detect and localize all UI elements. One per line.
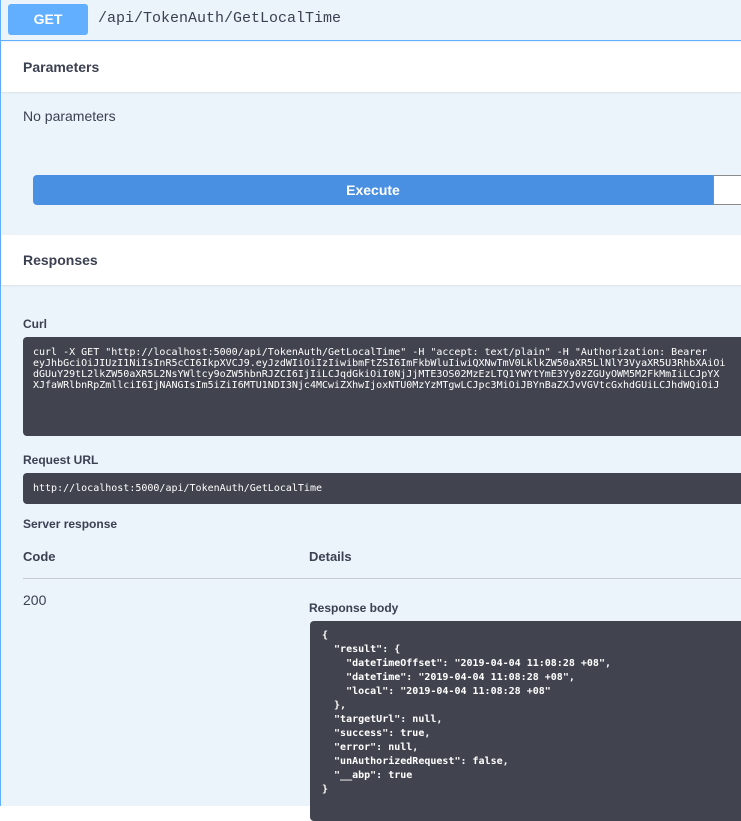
- clear-button[interactable]: [713, 175, 741, 205]
- response-body-line: },: [322, 700, 347, 711]
- curl-line: curl -X GET "http://localhost:5000/api/T…: [33, 347, 708, 358]
- server-response-label: Server response: [23, 517, 118, 531]
- response-body-line: "unAuthorizedRequest": false,: [322, 756, 509, 767]
- response-body-line: "dateTime": "2019-04-04 11:08:28 +08",: [322, 672, 575, 683]
- response-body-line: "local": "2019-04-04 11:08:28 +08": [322, 686, 551, 697]
- details-column-header: Details: [309, 549, 352, 564]
- response-body-line: {: [322, 630, 329, 641]
- response-body-line: "error": null,: [322, 742, 419, 753]
- response-body-line: "result": {: [322, 644, 401, 655]
- no-parameters-text: No parameters: [23, 108, 116, 124]
- operation-block: GET /api/TokenAuth/GetLocalTime Paramete…: [0, 0, 741, 821]
- curl-label: Curl: [23, 317, 47, 331]
- response-body-label: Response body: [309, 601, 399, 615]
- method-badge: GET: [8, 4, 88, 35]
- operation-summary[interactable]: GET /api/TokenAuth/GetLocalTime: [1, 0, 741, 41]
- parameters-title: Parameters: [23, 59, 100, 75]
- status-code: 200: [23, 592, 47, 608]
- request-url[interactable]: http://localhost:5000/api/TokenAuth/GetL…: [23, 473, 741, 504]
- response-body-line: "dateTimeOffset": "2019-04-04 11:08:28 +…: [322, 658, 611, 669]
- curl-line: eyJhbGciOiJIUzI1NiIsInR5cCI6IkpXVCJ9.eyJ…: [33, 358, 726, 369]
- response-body-line: "success": true,: [322, 728, 431, 739]
- curl-line: XJfaWRlbnRpZmllciI6IjNANGIsIm5iZiI6MTU1N…: [33, 380, 720, 391]
- code-column-header: Code: [23, 549, 56, 564]
- curl-line: dGUuY29tL2lkZW50aXR5L2NsYWltcy9oZW5hbnRJ…: [33, 369, 720, 380]
- responses-header: Responses: [1, 235, 741, 285]
- request-url-label: Request URL: [23, 453, 99, 467]
- curl-command[interactable]: curl -X GET "http://localhost:5000/api/T…: [23, 337, 741, 436]
- endpoint-path: /api/TokenAuth/GetLocalTime: [98, 10, 342, 27]
- execute-button[interactable]: Execute: [33, 175, 713, 205]
- response-body-line: }: [322, 784, 329, 795]
- response-body[interactable]: { "result": { "dateTimeOffset": "2019-04…: [310, 621, 741, 821]
- responses-title: Responses: [23, 252, 98, 268]
- parameters-header: Parameters: [1, 42, 741, 92]
- table-divider: [23, 578, 741, 579]
- response-body-line: "targetUrl": null,: [322, 714, 443, 725]
- response-body-line: "__abp": true: [322, 770, 413, 781]
